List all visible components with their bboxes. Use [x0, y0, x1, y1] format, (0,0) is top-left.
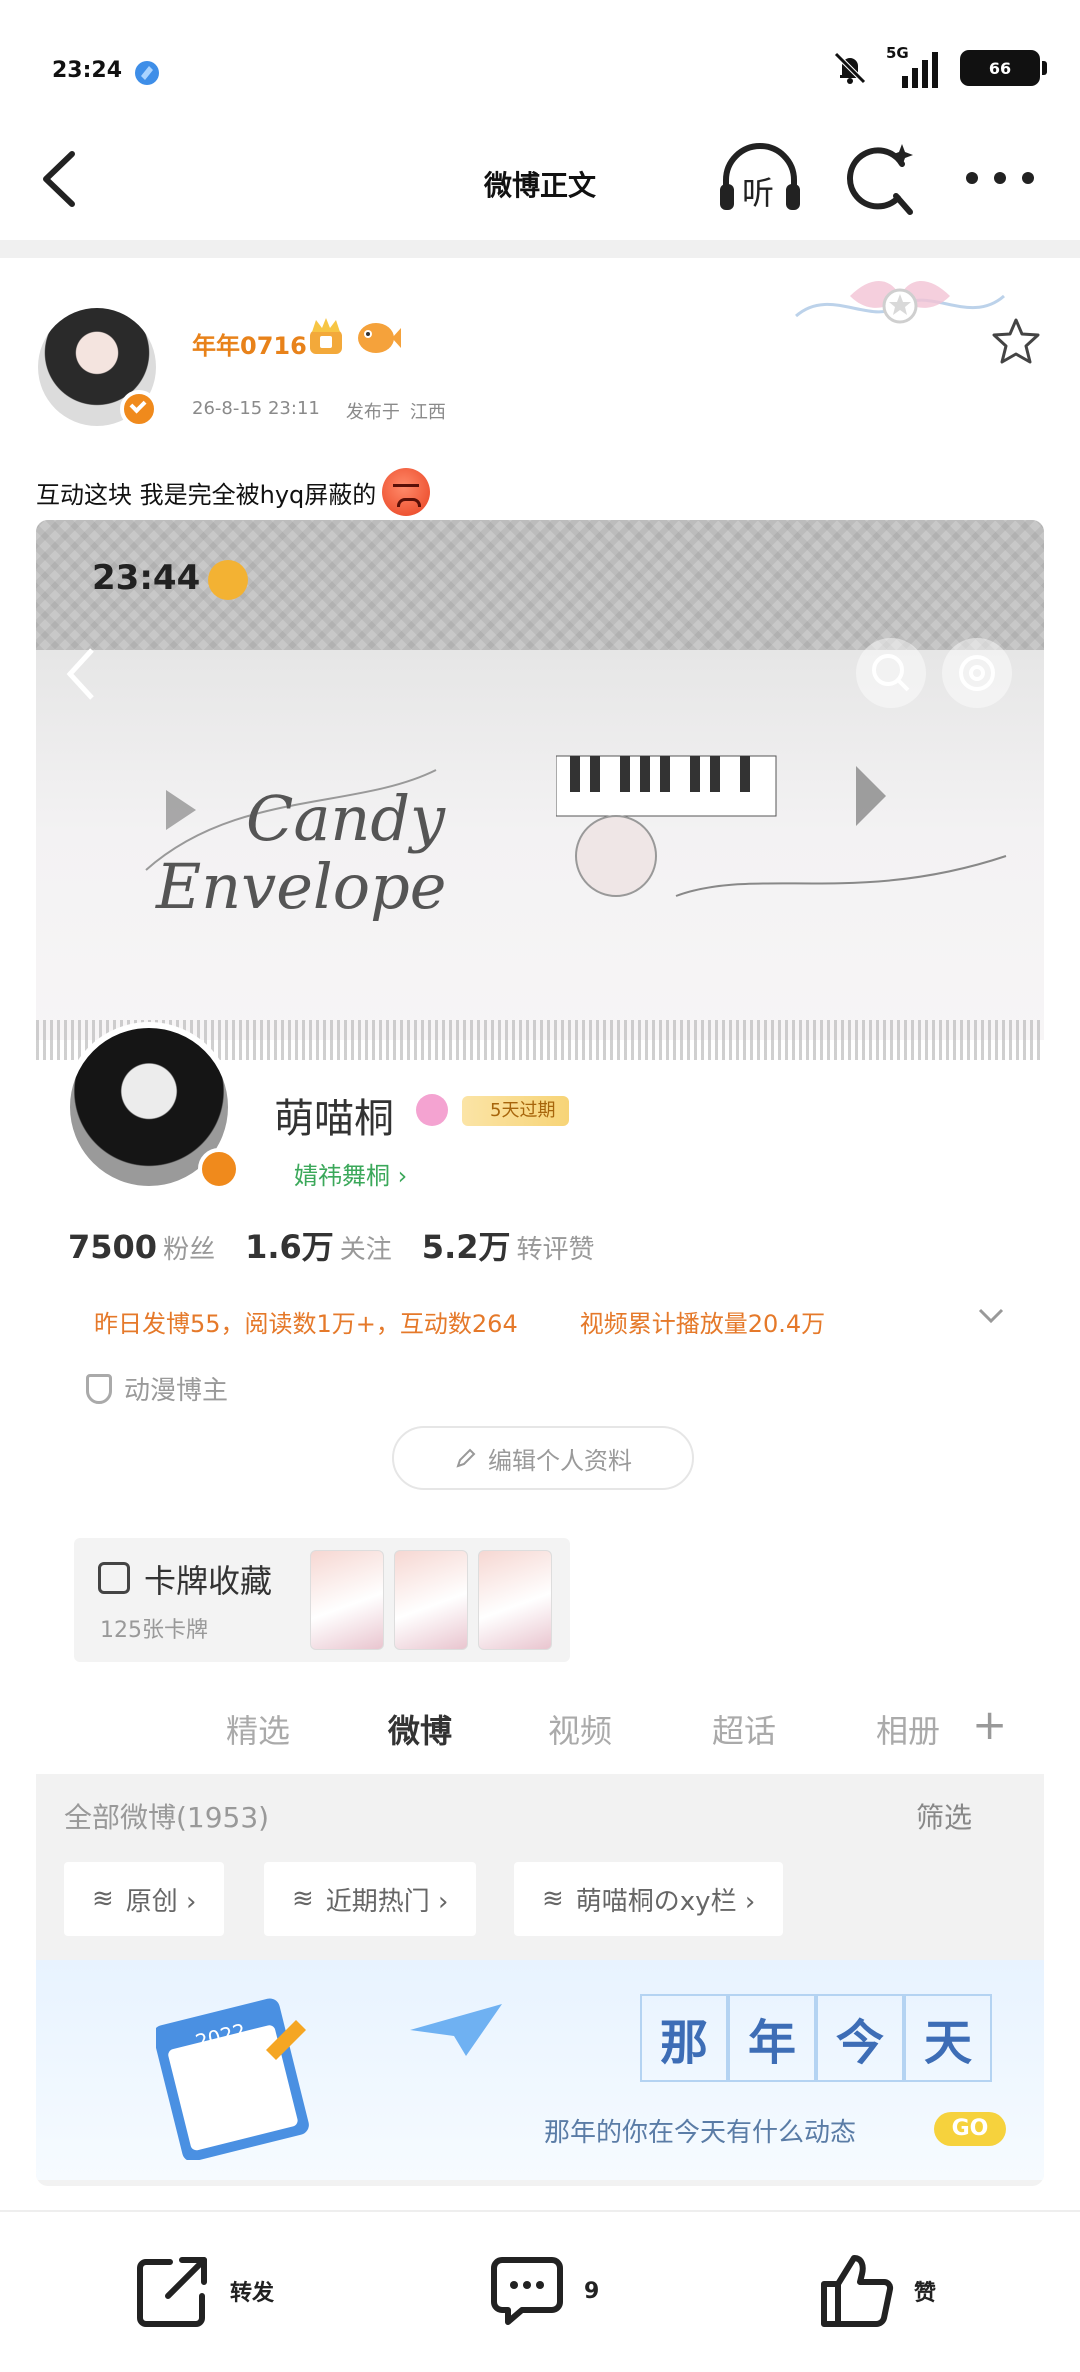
fans-group-link: 婧祎舞桐 › [294, 1162, 408, 1190]
filter-button: 筛选 [916, 1801, 973, 1834]
search-sparkle-icon[interactable] [846, 140, 918, 218]
summary-video-plays: 视频累计播放量20.4万 [579, 1310, 826, 1338]
post-image[interactable]: 23:44 Candy Envelope 萌喵桐 5天过期 婧祎舞桐 › 750… [36, 520, 1044, 2186]
edit-profile-button: 编辑个人资料 [392, 1426, 694, 1490]
status-right: 5G 66 [830, 44, 1047, 88]
all-posts-count: 全部微博(1953) [64, 1801, 270, 1834]
layers-icon: ≋ [292, 1884, 314, 1914]
profile-tabs: 精选 微博 视频 超话 相册 + [36, 1688, 1044, 1768]
embedded-search-icon [856, 638, 926, 708]
posted-from-label: 发布于 [345, 402, 400, 423]
tab-video: 视频 [548, 1712, 613, 1750]
stat-interactions: 5.2万 转评赞 [421, 1228, 595, 1266]
stat-following: 1.6万 关注 [245, 1228, 392, 1266]
embedded-status-time: 23:44 [92, 558, 201, 598]
banner-title-line1: Candy [246, 782, 446, 855]
battery-indicator: 66 [960, 50, 1047, 86]
page-title: 微博正文 [483, 169, 596, 202]
network-type: 5G [886, 44, 909, 62]
paper-plane-icon [410, 2004, 502, 2056]
edit-profile-label: 编辑个人资料 [488, 1446, 632, 1475]
mute-bell-icon [834, 52, 866, 84]
layers-icon: ≋ [542, 1884, 564, 1914]
profile-stats: 7500 粉丝 1.6万 关注 5.2万 转评赞 [68, 1222, 595, 1268]
favorite-star-icon[interactable] [990, 316, 1042, 366]
pink-badge-icon [416, 1094, 448, 1126]
card-thumbnail [310, 1550, 384, 1650]
embedded-gear-icon [942, 638, 1012, 708]
crown-badge-icon[interactable] [304, 314, 348, 358]
comment-count: 9 [584, 2278, 600, 2304]
card-collection-icon [98, 1562, 130, 1594]
chevron-down-icon [978, 1308, 1004, 1324]
thumbs-up-icon [821, 2255, 894, 2327]
signal-indicator: 5G [886, 44, 942, 88]
creator-tag-label: 动漫博主 [124, 1376, 229, 1406]
on-this-day-subtitle: 那年的你在今天有什么动态 [544, 2118, 857, 2148]
comment-icon [491, 2257, 563, 2325]
bottom-toolbar: 转发 9 赞 [0, 2210, 1080, 2372]
nav-bar: 微博正文 听 [0, 120, 1080, 238]
comment-button[interactable]: 9 [488, 2252, 599, 2330]
post-date: 26-8-15 23:11 [192, 398, 320, 419]
layers-icon: ≋ [92, 1884, 114, 1914]
calendar-icon: 2022 [156, 1998, 309, 2160]
embedded-verified-icon [198, 1148, 240, 1190]
piano-rose-artwork [556, 755, 1007, 897]
go-badge: GO [934, 2112, 1006, 2146]
more-options-icon[interactable] [960, 160, 1040, 196]
status-bar: 23:24 5G 66 [0, 0, 1080, 140]
shield-icon [86, 1373, 112, 1404]
post-location: 江西 [409, 402, 446, 423]
repost-button[interactable]: 转发 [134, 2252, 274, 2330]
post-text: 互动这块 我是完全被hyq屏蔽的 [36, 468, 431, 516]
like-button[interactable]: 赞 [818, 2252, 936, 2330]
status-time: 23:24 [52, 58, 123, 83]
app-notification-icon [135, 61, 159, 85]
post-meta: 26-8-15 23:11 发布于 江西 [192, 398, 446, 424]
tab-supertopic: 超话 [712, 1712, 777, 1750]
creator-tag: 动漫博主 [86, 1370, 228, 1407]
card-collection-count: 125张卡牌 [100, 1618, 208, 1643]
card-collection: 卡牌收藏 125张卡牌 [74, 1538, 570, 1662]
filter-chip-hot: ≋ 近期热门 › [264, 1862, 477, 1936]
tab-featured: 精选 [226, 1712, 291, 1750]
stat-fans: 7500 粉丝 [68, 1228, 216, 1266]
ribbon-decoration-icon [795, 281, 1005, 324]
filter-chip-original: ≋ 原创 › [64, 1862, 225, 1936]
tab-album: 相册 [876, 1712, 941, 1750]
tab-weibo: 微博 [388, 1712, 453, 1750]
weibo-logo-icon [208, 560, 248, 600]
on-this-day-title: 那 年 今 天 [640, 1994, 992, 2082]
add-tab-icon: + [972, 1700, 1008, 1749]
fish-badge-icon[interactable] [354, 314, 402, 358]
card-thumbnail [394, 1550, 468, 1650]
verified-badge-icon [120, 390, 158, 428]
banner-title-line2: Envelope [155, 850, 446, 923]
summary-yesterday: 昨日发博55，阅读数1万+，互动数264 [94, 1310, 518, 1338]
listen-button[interactable]: 听 [716, 138, 804, 218]
activity-summary: 昨日发博55，阅读数1万+，互动数264 视频累计播放量20.4万 [94, 1304, 825, 1339]
repost-label: 转发 [230, 2281, 275, 2306]
share-icon [137, 2257, 207, 2327]
card-thumbnail [478, 1550, 552, 1650]
card-collection-title: 卡牌收藏 [144, 1562, 273, 1600]
angry-face-icon [382, 468, 431, 516]
like-label: 赞 [914, 2281, 937, 2306]
pencil-icon [456, 1448, 476, 1468]
author-name[interactable]: 年年0716 [192, 326, 307, 361]
listen-label: 听 [742, 174, 775, 212]
section-divider [0, 240, 1080, 258]
author-avatar[interactable] [38, 308, 158, 428]
candy-envelope-artwork: Candy Envelope [145, 769, 446, 923]
embedded-back-icon [66, 648, 94, 700]
embedded-profile-name: 萌喵桐 [274, 1096, 394, 1142]
post-text-content: 互动这块 我是完全被hyq屏蔽的 [36, 480, 377, 509]
filter-chip-column: ≋ 萌喵桐のxy栏 › [514, 1862, 784, 1936]
vip-badge: 5天过期 [462, 1096, 570, 1126]
